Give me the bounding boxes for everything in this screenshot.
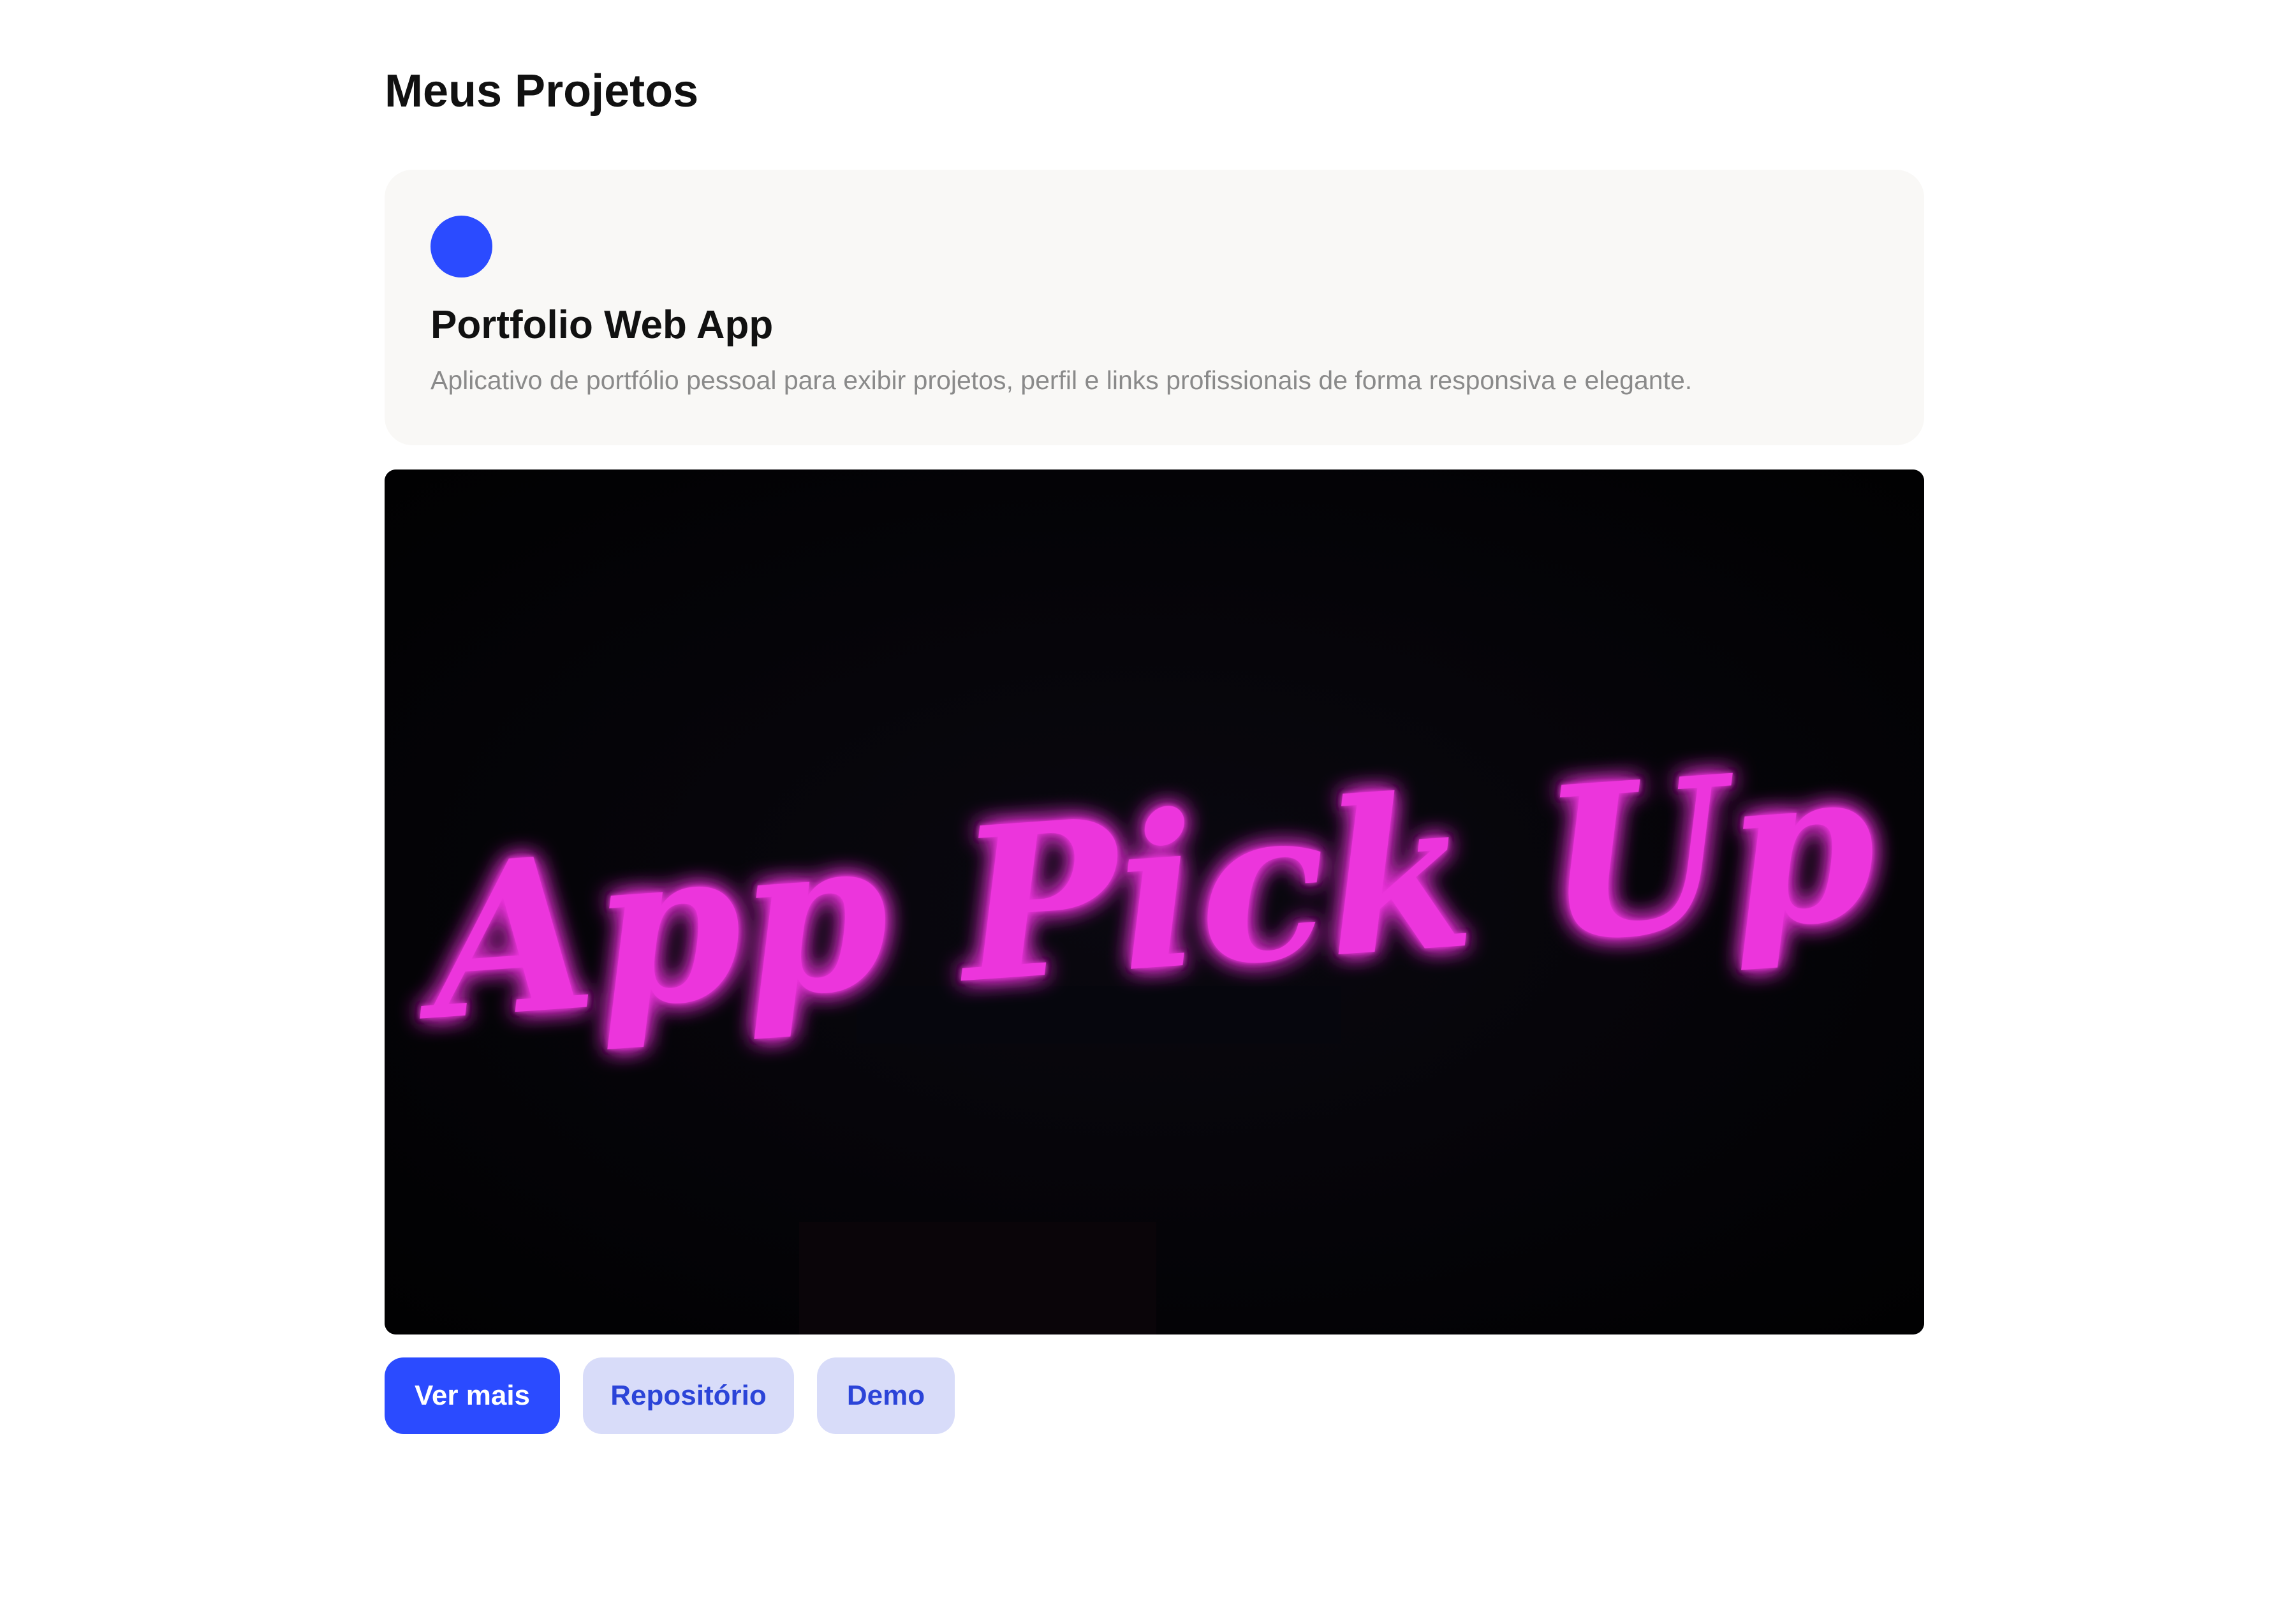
project-name: Portfolio Web App xyxy=(430,303,774,347)
project-description: Aplicativo de portfólio pessoal para exi… xyxy=(430,366,1693,395)
repository-button[interactable]: Repositório xyxy=(583,1357,794,1434)
project-card: Portfolio Web App Aplicativo de portfóli… xyxy=(385,170,1924,445)
page-title: Meus Projetos xyxy=(385,66,699,117)
demo-button[interactable]: Demo xyxy=(817,1357,955,1434)
project-color-dot xyxy=(430,216,492,277)
project-preview-image: App Pick Up xyxy=(385,469,1924,1334)
ver-mais-button[interactable]: Ver mais xyxy=(385,1357,560,1434)
